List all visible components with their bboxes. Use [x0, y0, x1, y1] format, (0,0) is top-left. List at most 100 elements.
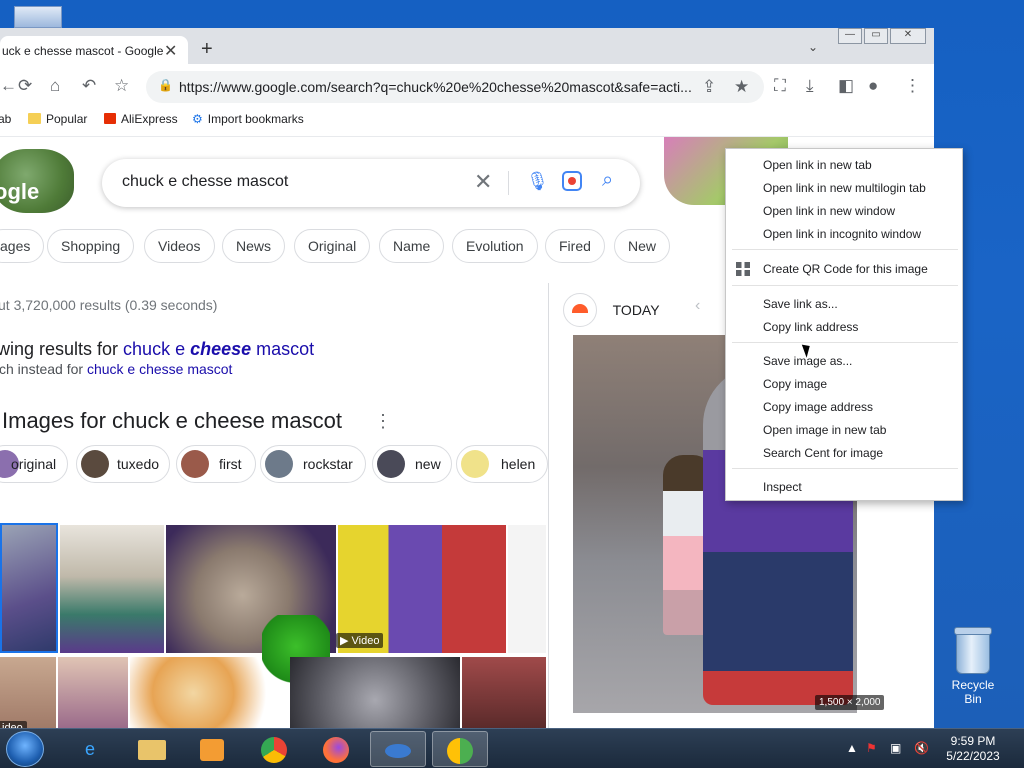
menu-kebab-icon[interactable]: ⋮ [904, 76, 921, 96]
tab-active[interactable]: uck e chesse mascot - Google ✕ [0, 36, 188, 64]
chip-name[interactable]: Name [379, 229, 445, 263]
reload-icon[interactable]: ⟳ [18, 76, 32, 96]
image-thumbnail[interactable] [60, 525, 164, 653]
recycle-bin-icon[interactable]: Recycle Bin [943, 627, 1003, 706]
recycle-bin-graphic-icon [954, 627, 992, 674]
download-icon[interactable]: ⤓ [806, 76, 814, 96]
tab-close-icon[interactable]: ✕ [164, 41, 177, 61]
firefox-icon[interactable] [308, 731, 364, 767]
close-window-button[interactable]: ✕ [890, 28, 926, 44]
share-icon[interactable]: ⇪ [702, 77, 716, 97]
folder-icon [28, 113, 41, 124]
ctx-open-image-new-tab[interactable]: Open image in new tab [726, 419, 962, 442]
new-tab-button[interactable]: + [201, 38, 213, 61]
crop-icon[interactable]: ⛶ [774, 76, 786, 96]
url-text[interactable]: https://www.google.com/search?q=chuck%20… [179, 79, 692, 95]
search-icon[interactable]: ⌕ [602, 169, 613, 192]
bookmark-aliexpress[interactable]: AliExpress [104, 112, 178, 126]
back-icon[interactable]: ← [0, 76, 17, 96]
corrected-query-link[interactable]: chuck e cheese mascot [123, 339, 314, 359]
image-thumbnail[interactable] [462, 657, 546, 728]
browser-app-icon[interactable] [432, 731, 488, 767]
original-query-link[interactable]: chuck e chesse mascot [87, 361, 233, 377]
source-header[interactable]: TODAY [563, 293, 660, 327]
home-icon[interactable]: ⌂ [50, 76, 60, 96]
bookmark-popular[interactable]: Popular [28, 112, 87, 126]
ctx-open-link-new-tab[interactable]: Open link in new tab [726, 154, 962, 177]
bookmark-this-icon[interactable]: ★ [734, 77, 749, 97]
pill-label: helen [501, 456, 536, 472]
chip-fired[interactable]: Fired [545, 229, 605, 263]
context-menu: Open link in new tab Open link in new mu… [725, 148, 963, 501]
image-pill-rockstar[interactable]: rockstar [260, 445, 366, 483]
clear-icon[interactable]: ✕ [474, 169, 492, 195]
file-explorer-icon[interactable] [124, 731, 180, 767]
desktop-icon-partial[interactable] [14, 6, 62, 28]
tab-search-icon[interactable]: ⌄ [808, 40, 818, 54]
taskbar-clock[interactable]: 9:59 PM 5/22/2023 [942, 734, 1004, 764]
profile-avatar-icon[interactable]: ● [868, 76, 878, 96]
chip-shopping[interactable]: Shopping [47, 229, 135, 263]
chip-original[interactable]: Original [294, 229, 371, 263]
bookmark-import[interactable]: ⚙ Import bookmarks [192, 112, 304, 126]
minimize-button[interactable]: — [838, 28, 862, 44]
bookmark-apps-partial[interactable]: ab [0, 112, 11, 126]
search-input[interactable]: chuck e chesse mascot [122, 173, 288, 191]
image-dimensions: 1,500 × 2,000 [815, 695, 885, 710]
image-pill-helen[interactable]: helen [456, 445, 548, 483]
menu-separator [732, 468, 958, 469]
ctx-open-link-multilogin-tab[interactable]: Open link in new multilogin tab [726, 177, 962, 200]
chip-images[interactable]: ages [0, 229, 45, 263]
chip-evolution[interactable]: Evolution [452, 229, 538, 263]
ctx-search-image[interactable]: Search Cent for image [726, 442, 962, 465]
side-panel-icon[interactable]: ◧ [838, 76, 854, 96]
menu-separator [732, 342, 958, 343]
pill-label: rockstar [303, 456, 353, 472]
media-player-icon[interactable] [184, 731, 240, 767]
chip-videos[interactable]: Videos [144, 229, 215, 263]
multilogin-app-icon[interactable] [370, 731, 426, 767]
clock-time: 9:59 PM [950, 734, 996, 748]
internet-explorer-icon[interactable]: e [62, 731, 118, 767]
ctx-open-link-new-window[interactable]: Open link in new window [726, 200, 962, 223]
tray-expand-icon[interactable]: ▲ [846, 741, 858, 755]
restore-button[interactable]: ▭ [864, 28, 888, 44]
google-lens-icon[interactable] [562, 171, 582, 191]
tab-strip: uck e chesse mascot - Google ✕ + ⌄ — ▭ ✕ [0, 28, 934, 64]
ctx-copy-image[interactable]: Copy image [726, 373, 962, 396]
chrome-icon[interactable] [246, 731, 302, 767]
ctx-save-image-as[interactable]: Save image as... [726, 350, 962, 373]
image-thumbnail[interactable] [290, 657, 460, 728]
volume-muted-icon[interactable]: 🔇 [914, 741, 929, 755]
google-doodle-logo[interactable]: ogle [0, 149, 74, 213]
image-pill-new[interactable]: new [372, 445, 452, 483]
lock-icon[interactable]: 🔒 [158, 78, 173, 92]
image-thumbnail[interactable] [58, 657, 128, 728]
network-icon[interactable]: ▣ [890, 741, 901, 755]
image-thumbnail[interactable] [0, 657, 56, 728]
bookmark-popular-label: Popular [46, 112, 88, 126]
images-heading[interactable]: Images for chuck e cheese mascot [2, 408, 342, 434]
previous-icon[interactable]: ‹ [695, 297, 700, 315]
image-pill-original[interactable]: original [0, 445, 68, 483]
ctx-copy-link-address[interactable]: Copy link address [726, 316, 962, 339]
start-button[interactable] [6, 731, 44, 767]
ctx-inspect[interactable]: Inspect [726, 476, 962, 499]
bookmark-star-icon[interactable]: ☆ [114, 76, 129, 96]
undo-icon[interactable]: ↶ [82, 76, 96, 96]
action-center-icon[interactable]: ⚑ [866, 741, 877, 755]
chip-news[interactable]: News [222, 229, 286, 263]
ctx-create-qr-code[interactable]: Create QR Code for this image [726, 258, 962, 281]
search-box[interactable]: chuck e chesse mascot ✕ 🎙 ⌕ [102, 159, 640, 207]
image-thumbnail[interactable] [0, 523, 58, 653]
microphone-icon[interactable]: 🎙 [526, 171, 549, 192]
ctx-save-link-as[interactable]: Save link as... [726, 293, 962, 316]
chip-new[interactable]: New [614, 229, 671, 263]
address-bar[interactable]: 🔒 https://www.google.com/search?q=chuck%… [146, 71, 764, 103]
ctx-open-link-incognito[interactable]: Open link in incognito window [726, 223, 962, 246]
ctx-copy-image-address[interactable]: Copy image address [726, 396, 962, 419]
more-options-icon[interactable]: ⋮ [374, 411, 392, 432]
image-thumbnail[interactable] [508, 525, 546, 653]
image-pill-first[interactable]: first [176, 445, 256, 483]
image-pill-tuxedo[interactable]: tuxedo [76, 445, 170, 483]
